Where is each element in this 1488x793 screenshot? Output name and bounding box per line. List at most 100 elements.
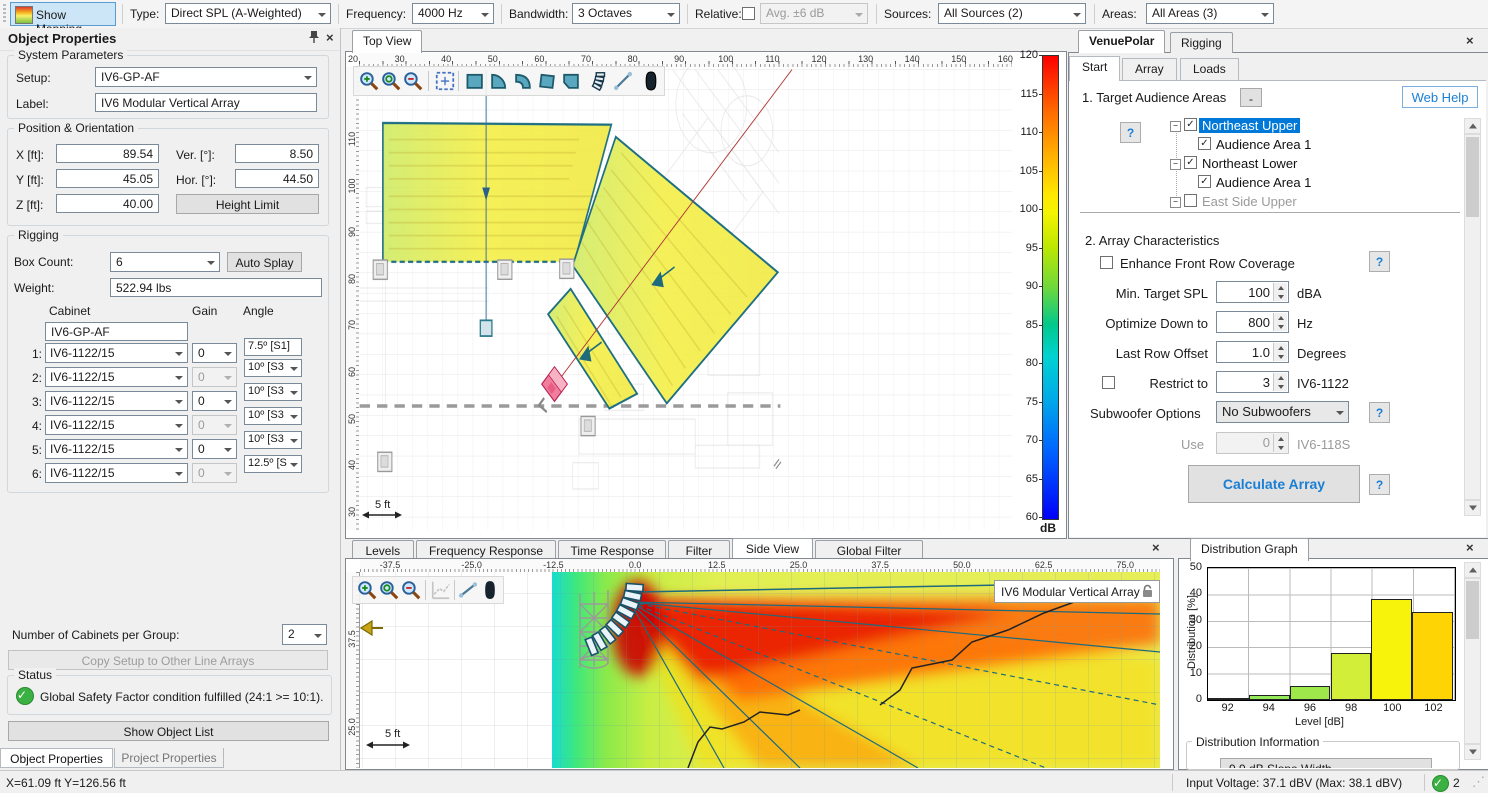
area-polygon-tool-icon[interactable] (560, 70, 582, 92)
hor-input[interactable]: 44.50 (235, 169, 319, 188)
area-quarter-tool-icon[interactable] (488, 70, 510, 92)
gain-select[interactable]: 0 (192, 343, 237, 363)
tree-item-label[interactable]: Northeast Lower (1199, 156, 1300, 171)
angle-select[interactable]: 10º [S3 (244, 431, 302, 449)
scroll-down-icon[interactable] (1464, 744, 1481, 760)
subtab-loads[interactable]: Loads (1180, 58, 1239, 81)
tab-venuepolar[interactable]: VenuePolar (1078, 30, 1165, 53)
array-name-overlay[interactable]: IV6 Modular Vertical Array (994, 580, 1160, 603)
line-array-tool-icon[interactable] (588, 70, 610, 92)
tree-item-label[interactable]: Audience Area 1 (1213, 137, 1314, 152)
show-mapping-button[interactable]: Show Mapping (10, 2, 116, 26)
zoom-out-icon[interactable] (402, 70, 424, 92)
venuepolar-close-icon[interactable]: × (1466, 33, 1474, 48)
tree-checkbox[interactable]: ✓ (1184, 156, 1197, 169)
label-input[interactable]: IV6 Modular Vertical Array (95, 93, 317, 112)
enhance-front-row-checkbox[interactable] (1100, 256, 1113, 269)
tree-item-label[interactable]: Northeast Upper (1199, 118, 1300, 133)
box-count-select[interactable]: 6 (110, 252, 220, 272)
subtab-array[interactable]: Array (1122, 58, 1177, 81)
zoom-in-icon[interactable] (356, 579, 378, 601)
help-enhance-button[interactable]: ? (1369, 251, 1390, 272)
tree-item-label[interactable]: East Side Upper (1199, 194, 1300, 209)
tab-rigging[interactable]: Rigging (1170, 32, 1233, 53)
setup-select[interactable]: IV6-GP-AF (95, 67, 317, 87)
toolbar-grip[interactable] (3, 4, 6, 24)
auto-splay-button[interactable]: Auto Splay (227, 252, 302, 272)
area-trapezoid-tool-icon[interactable] (536, 70, 558, 92)
param-stepper[interactable]: 800 (1216, 311, 1289, 333)
relative-checkbox[interactable] (742, 7, 755, 20)
measure-tool-icon[interactable] (612, 70, 634, 92)
resize-grip-icon[interactable]: ⋰ (1472, 774, 1485, 790)
angle-select[interactable]: 10º [S3 (244, 359, 302, 377)
left-tab-object-properties[interactable]: Object Properties (0, 748, 113, 768)
cabinet-select[interactable]: IV6-1122/15 (45, 415, 188, 435)
scroll-down-icon[interactable] (1464, 500, 1481, 516)
tab-side-view[interactable]: Side View (732, 538, 813, 558)
spinner-arrows-icon[interactable] (1273, 283, 1287, 301)
help-subwoofer-button[interactable]: ? (1369, 402, 1390, 423)
pin-icon[interactable] (308, 30, 320, 47)
venuepolar-scrollbar[interactable] (1464, 134, 1481, 500)
tree-expander-icon[interactable]: − (1170, 197, 1181, 208)
tree-checkbox[interactable]: ✓ (1184, 118, 1197, 131)
tab-filter[interactable]: Filter (668, 540, 730, 558)
param-stepper[interactable]: 100 (1216, 281, 1289, 303)
height-limit-button[interactable]: Height Limit (176, 194, 319, 214)
web-help-button[interactable]: Web Help (1402, 86, 1478, 108)
cabinet-select[interactable]: IV6-1122/15 (45, 367, 188, 387)
frequency-select[interactable]: 4000 Hz (412, 3, 494, 24)
back-arrow-icon[interactable] (360, 620, 384, 636)
left-tab-project-properties[interactable]: Project Properties (114, 748, 224, 768)
angle-select[interactable]: 12.5º [S (244, 455, 302, 473)
sources-select[interactable]: All Sources (2) (938, 3, 1086, 24)
bottom-panel-close-icon[interactable]: × (1152, 540, 1160, 555)
spinner-arrows-icon[interactable] (1273, 343, 1287, 361)
calculate-array-button[interactable]: Calculate Array (1188, 465, 1360, 503)
help-calculate-button[interactable]: ? (1369, 474, 1390, 495)
audience-area-northeast-upper[interactable] (383, 123, 611, 262)
tree-checkbox[interactable]: ✓ (1198, 137, 1211, 150)
spinner-arrows-icon[interactable] (1273, 313, 1287, 331)
gain-select[interactable]: 0 (192, 439, 237, 459)
show-object-list-button[interactable]: Show Object List (8, 721, 329, 741)
tree-expander-icon[interactable]: − (1170, 159, 1181, 170)
tab-frequency-response[interactable]: Frequency Response (416, 540, 557, 558)
point-source-tool-icon[interactable] (479, 579, 501, 601)
tree-checkbox[interactable] (1184, 194, 1197, 207)
angle-select[interactable]: 10º [S3 (244, 383, 302, 401)
top-view-canvas[interactable] (359, 67, 1012, 530)
area-rectangle-tool-icon[interactable] (464, 70, 486, 92)
cabinet-select[interactable]: IV6-1122/15 (45, 463, 188, 483)
cabinet-select[interactable]: IV6-1122/15 (45, 391, 188, 411)
point-source-tool-icon[interactable] (640, 70, 662, 92)
distribution-close-icon[interactable]: × (1466, 540, 1474, 555)
tree-expander-icon[interactable]: − (1170, 121, 1181, 132)
tree-checkbox[interactable]: ✓ (1198, 175, 1211, 188)
zoom-in-icon[interactable] (358, 70, 380, 92)
gain-select[interactable]: 0 (192, 391, 237, 411)
areas-select[interactable]: All Areas (3) (1146, 3, 1274, 24)
close-icon[interactable]: × (326, 30, 334, 45)
measure-tool-icon[interactable] (457, 579, 479, 601)
subwoofer-options-select[interactable]: No Subwoofers (1216, 401, 1349, 423)
x-input[interactable]: 89.54 (56, 144, 159, 163)
tab-global-filter[interactable]: Global Filter (815, 540, 923, 558)
plan-select-icon[interactable] (434, 70, 456, 92)
param-stepper[interactable]: 3 (1216, 371, 1289, 393)
bandwidth-select[interactable]: 3 Octaves (572, 3, 680, 24)
angle-select[interactable]: 10º [S3 (244, 407, 302, 425)
ver-input[interactable]: 8.50 (235, 144, 319, 163)
tab-distribution-graph[interactable]: Distribution Graph (1190, 538, 1309, 561)
tab-top-view[interactable]: Top View (352, 30, 422, 53)
spinner-arrows-icon[interactable] (1273, 373, 1287, 391)
tab-levels[interactable]: Levels (352, 540, 414, 558)
scroll-up-icon[interactable] (1464, 118, 1481, 134)
area-curve-tool-icon[interactable] (512, 70, 534, 92)
zoom-extents-icon[interactable] (380, 70, 402, 92)
help-areas-button[interactable]: ? (1120, 122, 1141, 143)
param-stepper[interactable]: 1.0 (1216, 341, 1289, 363)
listener-marker[interactable] (480, 320, 492, 336)
y-input[interactable]: 45.05 (56, 169, 159, 188)
